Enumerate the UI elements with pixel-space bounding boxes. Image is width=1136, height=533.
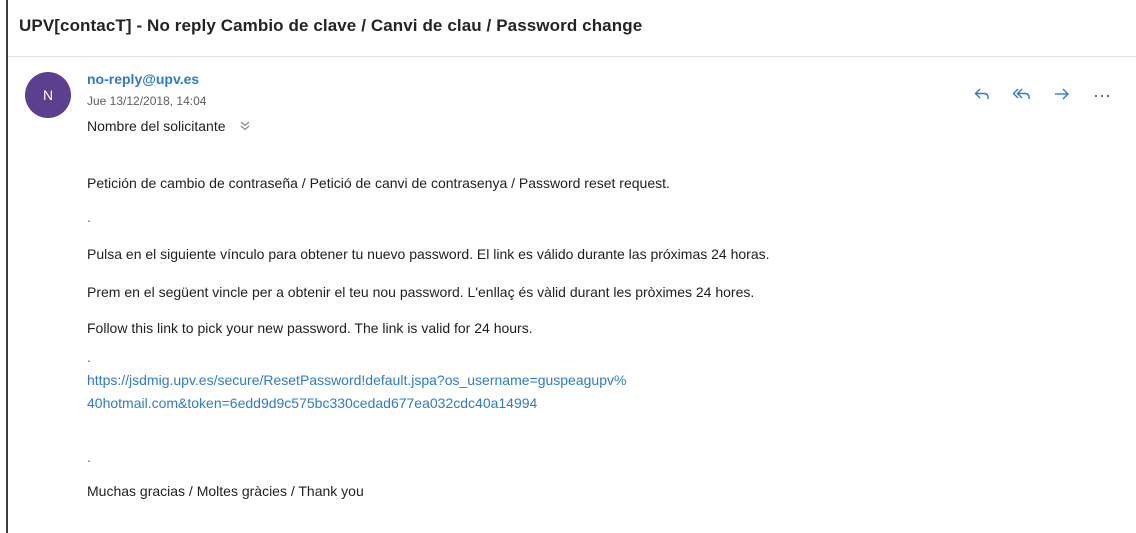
more-actions-button[interactable] [1090,82,1114,106]
body-line-valencian: Prem en el següent vincle per a obtenir … [87,284,755,300]
more-icon [1094,94,1110,98]
reset-link-line[interactable]: 40hotmail.com&token=6edd9d9c575bc330ceda… [87,392,626,415]
email-date: Jue 13/12/2018, 14:04 [87,94,207,108]
forward-button[interactable] [1050,82,1074,106]
reply-button[interactable] [970,82,994,106]
recipient-line: Nombre del solicitante [87,118,250,134]
reply-icon [974,88,989,99]
reset-link-line[interactable]: https://jsdmig.upv.es/secure/ResetPasswo… [87,369,626,392]
body-closing: Muchas gracias / Moltes gràcies / Thank … [87,483,364,499]
reply-all-button[interactable] [1010,82,1034,106]
body-separator: . [87,449,91,465]
recipient-name[interactable]: Nombre del solicitante [87,118,226,134]
reset-password-link[interactable]: https://jsdmig.upv.es/secure/ResetPasswo… [87,369,626,415]
body-line-english: Follow this link to pick your new passwo… [87,320,533,336]
avatar-initial: N [42,87,54,103]
body-line-request: Petición de cambio de contraseña / Petic… [87,175,670,191]
sender-avatar[interactable]: N [25,72,71,118]
body-separator: . [87,349,91,365]
chevron-double-down-icon[interactable] [240,121,250,131]
sender-address[interactable]: no-reply@upv.es [87,71,199,87]
email-subject: UPV[contacT] - No reply Cambio de clave … [19,16,643,35]
reply-all-icon [1012,88,1030,99]
body-line-spanish: Pulsa en el siguiente vínculo para obten… [87,246,770,262]
forward-icon [1055,88,1069,100]
message-actions [970,82,1130,106]
body-separator: . [87,209,91,225]
subject-bar: UPV[contacT] - No reply Cambio de clave … [8,0,1136,57]
reading-pane: UPV[contacT] - No reply Cambio de clave … [6,0,1136,533]
